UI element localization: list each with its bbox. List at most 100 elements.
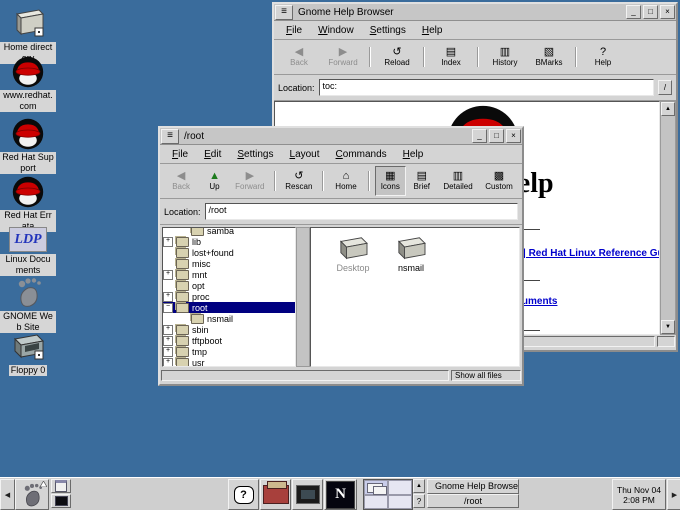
maximize-button[interactable]: □ — [489, 129, 504, 143]
help-launcher[interactable]: ? — [228, 479, 259, 510]
expand-icon[interactable]: + — [163, 325, 173, 335]
tree-row[interactable]: misc — [163, 258, 295, 269]
location-dropdown-button[interactable]: / — [658, 80, 672, 95]
config-tool-launcher[interactable] — [260, 479, 291, 510]
menu-commands[interactable]: Commands — [328, 147, 395, 162]
desktop-icon-linux-documents[interactable]: LDP Linux Documents — [0, 227, 56, 276]
custom-view-button[interactable]: ▩ Custom — [480, 166, 518, 196]
tree-row[interactable]: lost+found — [163, 247, 295, 258]
help-button[interactable]: ? Help — [582, 42, 624, 72]
history-button[interactable]: ▥ History — [484, 42, 526, 72]
desktop-icon-label: www.redhat.com — [0, 90, 56, 112]
collapse-icon[interactable]: − — [163, 303, 173, 313]
window-menu-icon[interactable]: ≡ — [275, 5, 293, 20]
minimize-button[interactable]: _ — [472, 129, 487, 143]
minimize-button[interactable]: _ — [626, 5, 641, 19]
tree-scrollbar[interactable] — [296, 227, 310, 367]
folder-icon — [176, 358, 189, 368]
desktop-icon-gnome-web-site[interactable]: GNOME Web Site — [0, 276, 56, 333]
menu-settings[interactable]: Settings — [229, 147, 281, 162]
forward-button[interactable]: ▶ Forward — [322, 42, 364, 72]
expand-icon[interactable]: + — [163, 270, 173, 280]
folder-icon — [335, 234, 371, 262]
expand-icon[interactable]: + — [163, 292, 173, 302]
desktop-icon-floppy-0[interactable]: Floppy 0 — [0, 333, 56, 376]
desk-guide-help-button[interactable]: ? — [413, 494, 425, 508]
home-button[interactable]: ⌂ Home — [329, 166, 363, 196]
rescan-button[interactable]: ↺ Rescan — [281, 166, 317, 196]
tree-row[interactable]: samba — [163, 227, 295, 236]
reference-guide-link[interactable]: | Red Hat Linux Reference Guide — [523, 248, 660, 259]
menu-layout[interactable]: Layout — [282, 147, 328, 162]
desk-guide-arrow-button[interactable]: ▲ — [413, 479, 425, 493]
menu-file[interactable]: File — [164, 147, 196, 162]
panel-hide-right-button[interactable]: ▶ — [667, 479, 680, 510]
tree-row-selected[interactable]: − root — [163, 302, 295, 313]
close-button[interactable]: × — [506, 129, 521, 143]
scroll-up-icon[interactable]: ▲ — [661, 102, 675, 116]
mini-launcher-screen[interactable] — [51, 494, 71, 508]
fm-titlebar[interactable]: ≡ /root _ □ × — [160, 128, 522, 145]
desktop-4-cell[interactable] — [388, 495, 412, 510]
mini-launcher-window[interactable] — [51, 479, 71, 493]
expand-icon[interactable]: + — [163, 336, 173, 346]
desktop-icon-red-hat-support[interactable]: Red Hat Support — [0, 118, 56, 174]
detailed-view-button[interactable]: ▥ Detailed — [438, 166, 478, 196]
tree-row[interactable]: + usr — [163, 357, 295, 367]
vertical-scrollbar[interactable]: ▲ ▼ — [660, 101, 676, 335]
tree-row[interactable]: nsmail — [163, 313, 295, 324]
desktop-1-cell[interactable] — [364, 480, 388, 495]
clock-applet[interactable]: Thu Nov 04 2:08 PM — [612, 479, 666, 510]
terminal-launcher[interactable] — [292, 479, 323, 510]
desktop-2-cell[interactable] — [388, 480, 412, 495]
close-button[interactable]: × — [660, 5, 675, 19]
file-item-nsmail[interactable]: nsmail — [383, 234, 439, 273]
tree-row[interactable]: + tftpboot — [163, 335, 295, 346]
panel-hide-left-button[interactable]: ◀ — [0, 479, 15, 510]
location-input[interactable]: /root — [205, 203, 518, 220]
menu-settings[interactable]: Settings — [362, 23, 414, 38]
resize-grip[interactable] — [657, 336, 675, 347]
desktop-3-cell[interactable] — [364, 495, 388, 510]
expand-icon[interactable]: + — [163, 358, 173, 368]
scrollbar-track[interactable] — [661, 116, 675, 320]
file-icon-pane[interactable]: Desktop nsmail — [310, 227, 520, 367]
expand-icon[interactable]: + — [163, 347, 173, 357]
up-button[interactable]: ▲ Up — [200, 166, 229, 196]
window-menu-icon[interactable]: ≡ — [161, 129, 179, 144]
desktop-icon-www-redhat-com[interactable]: www.redhat.com — [0, 56, 56, 112]
bmarks-button[interactable]: ▧ BMarks — [528, 42, 570, 72]
menu-window[interactable]: Window — [310, 23, 362, 38]
file-item-desktop[interactable]: Desktop — [325, 234, 381, 273]
task-help-browser[interactable]: Gnome Help Browser — [427, 479, 519, 494]
help-titlebar[interactable]: ≡ Gnome Help Browser _ □ × — [274, 4, 676, 21]
menu-edit[interactable]: Edit — [196, 147, 229, 162]
tree-row[interactable]: + sbin — [163, 324, 295, 335]
help-location-bar: Location: toc: / — [274, 75, 676, 101]
scroll-down-icon[interactable]: ▼ — [661, 320, 675, 334]
tree-row[interactable]: + mnt — [163, 269, 295, 280]
tree-row[interactable]: + proc — [163, 291, 295, 302]
reload-button[interactable]: ↺ Reload — [376, 42, 418, 72]
tree-row[interactable]: + tmp — [163, 346, 295, 357]
menu-help[interactable]: Help — [395, 147, 432, 162]
back-icon: ◀ — [295, 47, 303, 58]
index-button[interactable]: ▤ Index — [430, 42, 472, 72]
tree-row[interactable]: + lib — [163, 236, 295, 247]
menu-help[interactable]: Help — [414, 23, 451, 38]
netscape-launcher[interactable]: N — [324, 479, 357, 510]
brief-view-button[interactable]: ▤ Brief — [408, 166, 437, 196]
back-button[interactable]: ◀ Back — [164, 166, 198, 196]
menu-file[interactable]: File — [278, 23, 310, 38]
expand-icon[interactable]: + — [163, 237, 173, 247]
tree-row[interactable]: opt — [163, 280, 295, 291]
location-input[interactable]: toc: — [319, 79, 654, 96]
main-menu-button[interactable] — [15, 479, 49, 510]
task-root-window[interactable]: /root — [427, 494, 519, 509]
maximize-button[interactable]: □ — [643, 5, 658, 19]
icons-view-button[interactable]: ▦ Icons — [375, 166, 405, 196]
forward-button[interactable]: ▶ Forward — [231, 166, 269, 196]
back-button[interactable]: ◀ Back — [278, 42, 320, 72]
gnome-foot-icon — [14, 276, 42, 309]
desktop-icon-red-hat-errata[interactable]: Red Hat Errata — [0, 176, 56, 232]
